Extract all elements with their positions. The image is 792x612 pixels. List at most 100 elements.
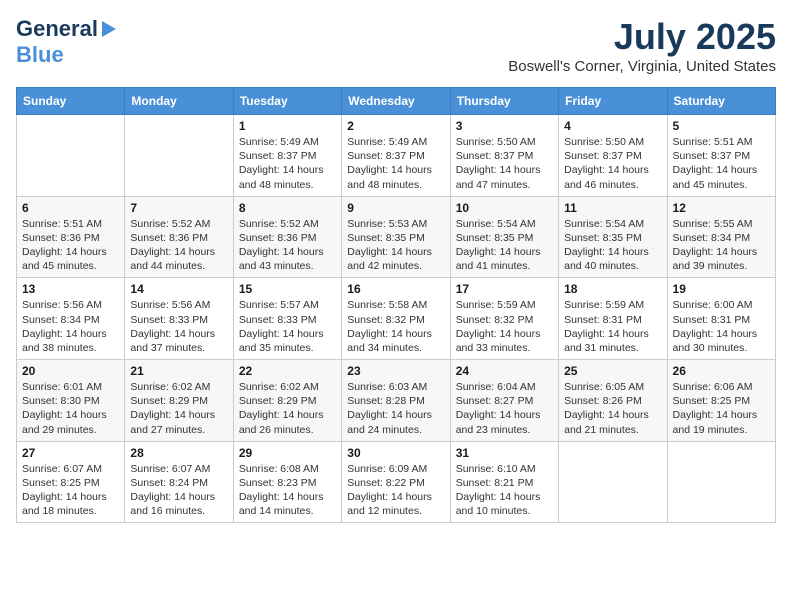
day-number: 5 bbox=[673, 119, 770, 133]
day-info: Sunrise: 5:53 AM Sunset: 8:35 PM Dayligh… bbox=[347, 217, 444, 274]
day-number: 21 bbox=[130, 364, 227, 378]
logo-text-blue: Blue bbox=[16, 42, 64, 67]
day-number: 24 bbox=[456, 364, 553, 378]
calendar-cell: 31Sunrise: 6:10 AM Sunset: 8:21 PM Dayli… bbox=[450, 441, 558, 523]
day-info: Sunrise: 5:51 AM Sunset: 8:37 PM Dayligh… bbox=[673, 135, 770, 192]
day-info: Sunrise: 5:55 AM Sunset: 8:34 PM Dayligh… bbox=[673, 217, 770, 274]
calendar-cell: 5 Sunrise: 5:51 AM Sunset: 8:37 PM Daylig… bbox=[667, 115, 775, 197]
day-info: Sunrise: 5:51 AM Sunset: 8:36 PM Dayligh… bbox=[22, 217, 119, 274]
weekday-header-sunday: Sunday bbox=[17, 88, 125, 115]
day-info: Sunrise: 6:07 AM Sunset: 8:24 PM Dayligh… bbox=[130, 462, 227, 519]
day-info: Sunrise: 5:56 AM Sunset: 8:34 PM Dayligh… bbox=[22, 298, 119, 355]
calendar-cell: 22 Sunrise: 6:02 AM Sunset: 8:29 PM Dayli… bbox=[233, 360, 341, 442]
day-number: 16 bbox=[347, 282, 444, 296]
logo-arrow-icon bbox=[102, 21, 116, 37]
month-year-title: July 2025 bbox=[508, 16, 776, 58]
calendar-cell bbox=[667, 441, 775, 523]
calendar-cell: 14 Sunrise: 5:56 AM Sunset: 8:33 PM Dayli… bbox=[125, 278, 233, 360]
day-info: Sunrise: 6:06 AM Sunset: 8:25 PM Dayligh… bbox=[673, 380, 770, 437]
calendar-cell: 27 Sunrise: 6:07 AM Sunset: 8:25 PM Dayli… bbox=[17, 441, 125, 523]
day-info: Sunrise: 5:56 AM Sunset: 8:33 PM Dayligh… bbox=[130, 298, 227, 355]
calendar-cell: 29 Sunrise: 6:08 AM Sunset: 8:23 PM Dayli… bbox=[233, 441, 341, 523]
calendar-cell: 28Sunrise: 6:07 AM Sunset: 8:24 PM Dayli… bbox=[125, 441, 233, 523]
location-subtitle: Boswell's Corner, Virginia, United State… bbox=[508, 58, 776, 75]
calendar-cell: 23 Sunrise: 6:03 AM Sunset: 8:28 PM Dayli… bbox=[342, 360, 450, 442]
calendar-cell: 19Sunrise: 6:00 AM Sunset: 8:31 PM Dayli… bbox=[667, 278, 775, 360]
day-number: 22 bbox=[239, 364, 336, 378]
calendar-cell: 11Sunrise: 5:54 AM Sunset: 8:35 PM Dayli… bbox=[559, 196, 667, 278]
calendar-week-3: 13 Sunrise: 5:56 AM Sunset: 8:34 PM Dayli… bbox=[17, 278, 776, 360]
calendar-week-5: 27 Sunrise: 6:07 AM Sunset: 8:25 PM Dayli… bbox=[17, 441, 776, 523]
day-number: 13 bbox=[22, 282, 119, 296]
day-info: Sunrise: 6:07 AM Sunset: 8:25 PM Dayligh… bbox=[22, 462, 119, 519]
day-number: 29 bbox=[239, 446, 336, 460]
day-info: Sunrise: 5:49 AM Sunset: 8:37 PM Dayligh… bbox=[347, 135, 444, 192]
calendar-cell: 21 Sunrise: 6:02 AM Sunset: 8:29 PM Dayli… bbox=[125, 360, 233, 442]
day-number: 30 bbox=[347, 446, 444, 460]
calendar-table: SundayMondayTuesdayWednesdayThursdayFrid… bbox=[16, 87, 776, 523]
calendar-cell: 16Sunrise: 5:58 AM Sunset: 8:32 PM Dayli… bbox=[342, 278, 450, 360]
calendar-cell: 20 Sunrise: 6:01 AM Sunset: 8:30 PM Dayli… bbox=[17, 360, 125, 442]
day-number: 26 bbox=[673, 364, 770, 378]
day-number: 17 bbox=[456, 282, 553, 296]
weekday-header-monday: Monday bbox=[125, 88, 233, 115]
day-number: 10 bbox=[456, 201, 553, 215]
day-info: Sunrise: 5:50 AM Sunset: 8:37 PM Dayligh… bbox=[564, 135, 661, 192]
day-number: 18 bbox=[564, 282, 661, 296]
day-info: Sunrise: 5:49 AM Sunset: 8:37 PM Dayligh… bbox=[239, 135, 336, 192]
calendar-cell: 2 Sunrise: 5:49 AM Sunset: 8:37 PM Daylig… bbox=[342, 115, 450, 197]
day-info: Sunrise: 5:52 AM Sunset: 8:36 PM Dayligh… bbox=[239, 217, 336, 274]
day-number: 15 bbox=[239, 282, 336, 296]
page-header: General Blue July 2025 Boswell's Corner,… bbox=[16, 16, 776, 75]
day-info: Sunrise: 5:57 AM Sunset: 8:33 PM Dayligh… bbox=[239, 298, 336, 355]
calendar-cell: 17 Sunrise: 5:59 AM Sunset: 8:32 PM Dayli… bbox=[450, 278, 558, 360]
day-number: 25 bbox=[564, 364, 661, 378]
day-number: 8 bbox=[239, 201, 336, 215]
calendar-cell bbox=[559, 441, 667, 523]
weekday-header-row: SundayMondayTuesdayWednesdayThursdayFrid… bbox=[17, 88, 776, 115]
day-number: 9 bbox=[347, 201, 444, 215]
calendar-cell: 12 Sunrise: 5:55 AM Sunset: 8:34 PM Dayli… bbox=[667, 196, 775, 278]
calendar-cell bbox=[17, 115, 125, 197]
day-number: 23 bbox=[347, 364, 444, 378]
day-info: Sunrise: 6:00 AM Sunset: 8:31 PM Dayligh… bbox=[673, 298, 770, 355]
calendar-cell: 18 Sunrise: 5:59 AM Sunset: 8:31 PM Dayli… bbox=[559, 278, 667, 360]
calendar-cell: 6 Sunrise: 5:51 AM Sunset: 8:36 PM Daylig… bbox=[17, 196, 125, 278]
calendar-body: 1 Sunrise: 5:49 AM Sunset: 8:37 PM Daylig… bbox=[17, 115, 776, 523]
day-info: Sunrise: 6:09 AM Sunset: 8:22 PM Dayligh… bbox=[347, 462, 444, 519]
calendar-cell: 26 Sunrise: 6:06 AM Sunset: 8:25 PM Dayli… bbox=[667, 360, 775, 442]
calendar-cell: 1 Sunrise: 5:49 AM Sunset: 8:37 PM Daylig… bbox=[233, 115, 341, 197]
calendar-header: SundayMondayTuesdayWednesdayThursdayFrid… bbox=[17, 88, 776, 115]
day-info: Sunrise: 6:02 AM Sunset: 8:29 PM Dayligh… bbox=[130, 380, 227, 437]
day-info: Sunrise: 5:52 AM Sunset: 8:36 PM Dayligh… bbox=[130, 217, 227, 274]
day-info: Sunrise: 6:04 AM Sunset: 8:27 PM Dayligh… bbox=[456, 380, 553, 437]
day-info: Sunrise: 6:08 AM Sunset: 8:23 PM Dayligh… bbox=[239, 462, 336, 519]
calendar-cell: 25 Sunrise: 6:05 AM Sunset: 8:26 PM Dayli… bbox=[559, 360, 667, 442]
calendar-cell: 15 Sunrise: 5:57 AM Sunset: 8:33 PM Dayli… bbox=[233, 278, 341, 360]
calendar-cell: 9 Sunrise: 5:53 AM Sunset: 8:35 PM Daylig… bbox=[342, 196, 450, 278]
calendar-cell: 13 Sunrise: 5:56 AM Sunset: 8:34 PM Dayli… bbox=[17, 278, 125, 360]
day-info: Sunrise: 6:05 AM Sunset: 8:26 PM Dayligh… bbox=[564, 380, 661, 437]
calendar-week-4: 20 Sunrise: 6:01 AM Sunset: 8:30 PM Dayli… bbox=[17, 360, 776, 442]
day-number: 14 bbox=[130, 282, 227, 296]
calendar-cell: 24 Sunrise: 6:04 AM Sunset: 8:27 PM Dayli… bbox=[450, 360, 558, 442]
day-info: Sunrise: 5:50 AM Sunset: 8:37 PM Dayligh… bbox=[456, 135, 553, 192]
logo-text-general: General bbox=[16, 16, 98, 42]
day-number: 6 bbox=[22, 201, 119, 215]
day-number: 1 bbox=[239, 119, 336, 133]
weekday-header-friday: Friday bbox=[559, 88, 667, 115]
day-number: 2 bbox=[347, 119, 444, 133]
day-number: 27 bbox=[22, 446, 119, 460]
title-block: July 2025 Boswell's Corner, Virginia, Un… bbox=[508, 16, 776, 75]
day-info: Sunrise: 6:03 AM Sunset: 8:28 PM Dayligh… bbox=[347, 380, 444, 437]
day-info: Sunrise: 5:59 AM Sunset: 8:32 PM Dayligh… bbox=[456, 298, 553, 355]
day-info: Sunrise: 5:59 AM Sunset: 8:31 PM Dayligh… bbox=[564, 298, 661, 355]
calendar-cell: 3Sunrise: 5:50 AM Sunset: 8:37 PM Daylig… bbox=[450, 115, 558, 197]
day-info: Sunrise: 5:54 AM Sunset: 8:35 PM Dayligh… bbox=[564, 217, 661, 274]
day-info: Sunrise: 6:02 AM Sunset: 8:29 PM Dayligh… bbox=[239, 380, 336, 437]
day-info: Sunrise: 6:10 AM Sunset: 8:21 PM Dayligh… bbox=[456, 462, 553, 519]
day-number: 20 bbox=[22, 364, 119, 378]
day-number: 12 bbox=[673, 201, 770, 215]
day-info: Sunrise: 6:01 AM Sunset: 8:30 PM Dayligh… bbox=[22, 380, 119, 437]
calendar-cell: 7Sunrise: 5:52 AM Sunset: 8:36 PM Daylig… bbox=[125, 196, 233, 278]
